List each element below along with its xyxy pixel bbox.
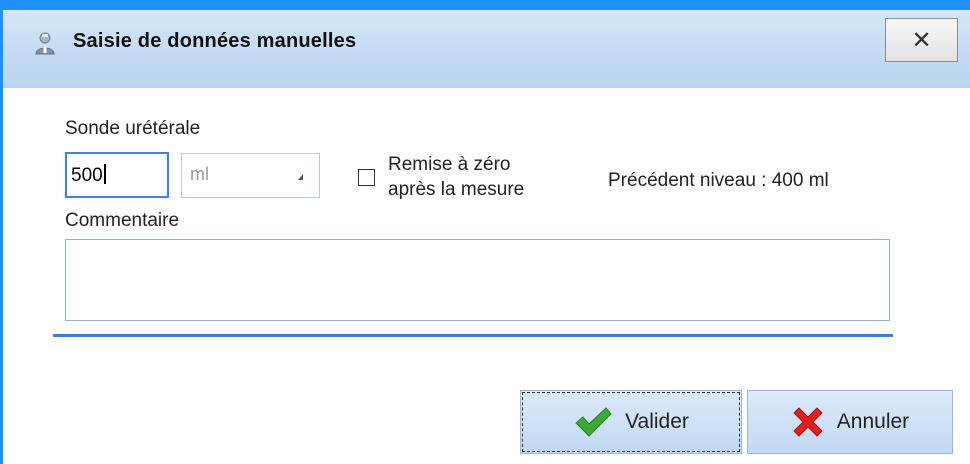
- reset-checkbox-label[interactable]: Remise à zéro après la mesure: [388, 152, 524, 202]
- cancel-button[interactable]: Annuler: [747, 390, 953, 454]
- probe-label: Sonde urétérale: [65, 118, 201, 139]
- unit-select-value: ml: [190, 164, 209, 184]
- close-button[interactable]: ✕: [885, 18, 958, 62]
- dialog-window: Saisie de données manuelles ✕ Sonde urét…: [0, 0, 970, 464]
- previous-level-text: Précédent niveau : 400 ml: [608, 170, 829, 191]
- validate-button[interactable]: Valider: [520, 390, 742, 454]
- reset-checkbox[interactable]: [358, 169, 375, 186]
- text-caret: [103, 164, 106, 184]
- cross-icon: [791, 405, 825, 439]
- close-icon: ✕: [911, 26, 932, 54]
- dialog-title: Saisie de données manuelles: [73, 30, 357, 52]
- dropdown-arrow-icon: [298, 174, 303, 180]
- separator-line: [53, 334, 893, 337]
- unit-select[interactable]: ml: [181, 153, 320, 198]
- comment-label: Commentaire: [65, 210, 180, 231]
- title-bar[interactable]: Saisie de données manuelles ✕: [3, 0, 970, 88]
- volume-value: 500: [71, 165, 103, 186]
- reset-label-line2: après la mesure: [388, 179, 525, 200]
- volume-input[interactable]: 500: [65, 152, 169, 198]
- reset-label-line1: Remise à zéro: [388, 154, 511, 175]
- comment-textarea[interactable]: [65, 239, 890, 321]
- cancel-button-label: Annuler: [836, 410, 910, 433]
- checkmark-icon: [573, 406, 613, 438]
- validate-button-label: Valider: [625, 410, 689, 433]
- user-doctor-icon: [33, 31, 57, 55]
